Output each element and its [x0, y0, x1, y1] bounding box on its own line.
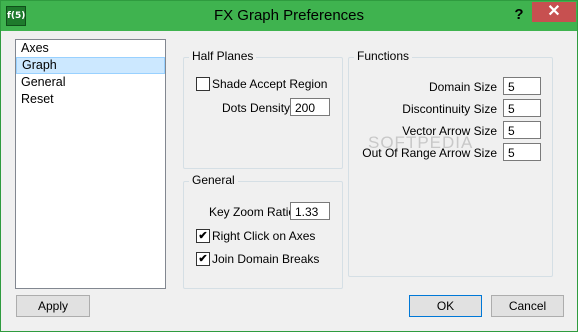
- dots-density-field[interactable]: 200: [290, 98, 330, 116]
- general-group: General Key Zoom Ratio 1.33 ✔ Right Clic…: [183, 173, 343, 289]
- half-planes-title: Half Planes: [189, 49, 257, 63]
- functions-title: Functions: [354, 49, 413, 63]
- watermark: SOFTPEDIA: [368, 133, 474, 152]
- close-button[interactable]: ✕: [532, 2, 576, 22]
- preferences-window: f(5) FX Graph Preferences ? ✕ Axes Graph…: [0, 0, 578, 332]
- shade-accept-region-label: Shade Accept Region: [212, 77, 328, 91]
- join-domain-breaks-checkbox[interactable]: ✔: [196, 252, 210, 266]
- vector-arrow-size-field[interactable]: 5: [503, 121, 541, 139]
- right-click-on-axes-checkbox[interactable]: ✔: [196, 229, 210, 243]
- window-title: FX Graph Preferences: [213, 7, 365, 24]
- cancel-button[interactable]: Cancel: [491, 295, 564, 317]
- list-item-graph[interactable]: Graph: [16, 57, 165, 74]
- discontinuity-size-label: Discontinuity Size: [402, 102, 497, 116]
- key-zoom-ratio-field[interactable]: 1.33: [290, 202, 330, 220]
- general-title: General: [189, 173, 238, 187]
- discontinuity-size-field[interactable]: 5: [503, 99, 541, 117]
- title-bar[interactable]: f(5) FX Graph Preferences ? ✕: [1, 1, 577, 31]
- dots-density-label: Dots Density: [222, 101, 291, 115]
- list-item-axes[interactable]: Axes: [16, 40, 165, 57]
- domain-size-label: Domain Size: [428, 80, 497, 94]
- category-list[interactable]: Axes Graph General Reset: [15, 39, 166, 289]
- help-button[interactable]: ?: [507, 4, 531, 26]
- out-of-range-arrow-size-field[interactable]: 5: [503, 143, 541, 161]
- join-domain-breaks-label: Join Domain Breaks: [212, 252, 320, 266]
- right-click-on-axes-label: Right Click on Axes: [212, 229, 316, 243]
- domain-size-field[interactable]: 5: [503, 77, 541, 95]
- ok-button[interactable]: OK: [409, 295, 482, 317]
- half-planes-group: Half Planes Shade Accept Region Dots Den…: [183, 49, 343, 169]
- list-item-general[interactable]: General: [16, 74, 165, 91]
- list-item-reset[interactable]: Reset: [16, 91, 165, 108]
- shade-accept-region-checkbox[interactable]: [196, 77, 210, 91]
- key-zoom-ratio-label: Key Zoom Ratio: [209, 205, 296, 219]
- apply-button[interactable]: Apply: [16, 295, 90, 317]
- functions-group: Functions Domain Size 5 Discontinuity Si…: [348, 49, 553, 277]
- close-icon: ✕: [547, 3, 561, 20]
